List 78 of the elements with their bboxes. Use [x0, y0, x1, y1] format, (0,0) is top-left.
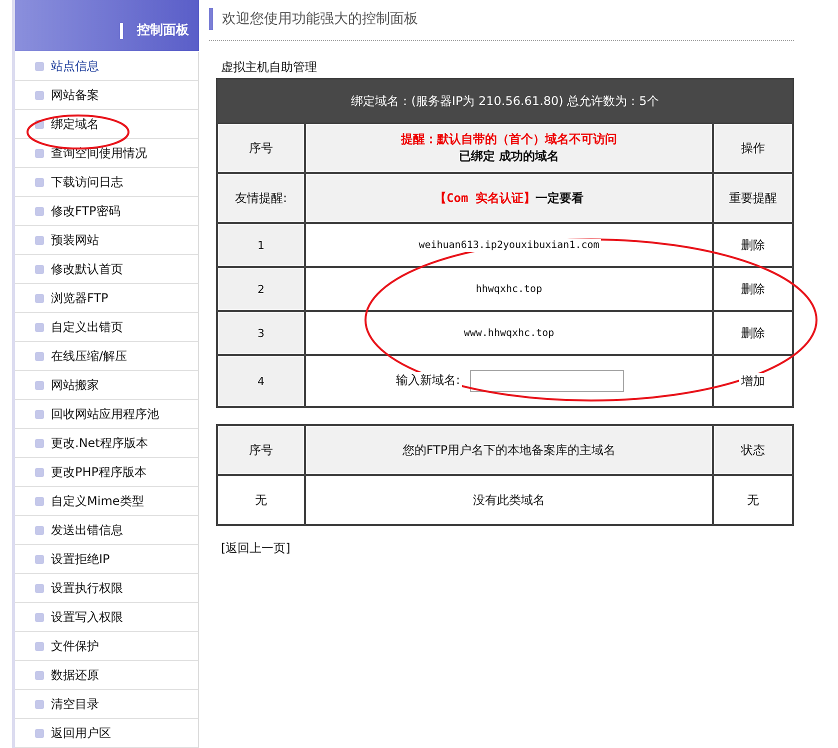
bullet-icon: [35, 294, 44, 302]
sidebar-item[interactable]: 设置拒绝IP: [15, 545, 198, 574]
bullet-icon: [35, 670, 44, 680]
table-cell: 2: [217, 267, 305, 311]
sidebar-item[interactable]: 更改.Net程序版本: [15, 429, 198, 458]
sidebar-item[interactable]: 网站备案: [15, 81, 198, 110]
table-cell: 没有此类域名: [305, 475, 713, 525]
input-field[interactable]: [470, 370, 624, 392]
bullet-icon: [35, 90, 44, 100]
bullet-icon: [35, 728, 44, 738]
bullet-icon: [35, 438, 44, 448]
bullet-icon: [35, 322, 44, 332]
table-cell: 无: [713, 475, 793, 525]
sidebar-item[interactable]: 修改默认首页: [15, 255, 198, 284]
column-header: 序号: [217, 123, 305, 173]
sidebar-item[interactable]: 更改PHP程序版本: [15, 458, 198, 487]
sidebar-item[interactable]: 绑定域名: [15, 110, 198, 139]
bullet-icon: [35, 410, 44, 418]
page-title: 欢迎您使用功能强大的控制面板: [209, 8, 794, 30]
table-cell: 无: [217, 475, 305, 525]
action-link[interactable]: 增加: [739, 372, 767, 388]
warning-text: 提醒：默认自带的（首个）域名不可访问: [400, 131, 618, 148]
sidebar-item[interactable]: 设置写入权限: [15, 603, 198, 632]
domain-text: weihuan613.ip2youxibuxian1.com: [416, 238, 602, 252]
back-link[interactable]: [返回上一页]: [221, 540, 794, 557]
bullet-icon: [35, 642, 44, 650]
notice-text: 一定要看: [535, 190, 584, 204]
domain-text: hhwqxhc.top: [474, 282, 544, 296]
sidebar-item[interactable]: 文件保护: [15, 632, 198, 661]
field-label: 输入新域名:: [394, 372, 462, 388]
sidebar-item[interactable]: 回收网站应用程序池: [15, 400, 198, 429]
bullet-icon: [35, 380, 44, 390]
sidebar-item[interactable]: 自定义Mime类型: [15, 487, 198, 516]
table-cell: 4: [217, 355, 305, 407]
sidebar-item[interactable]: 修改FTP密码: [15, 197, 198, 226]
table-caption: 绑定域名：(服务器IP为 210.56.61.80) 总允许数为：5个: [217, 79, 793, 123]
bullet-icon: [35, 554, 44, 564]
bullet-icon: [35, 264, 44, 274]
sidebar-title: 控制面板: [120, 23, 189, 39]
sidebar-item[interactable]: 网站搬家: [15, 371, 198, 400]
table-cell: 3: [217, 311, 305, 355]
column-header: 操作: [713, 123, 793, 173]
section-title: 虚拟主机自助管理: [209, 40, 794, 76]
bullet-icon: [35, 496, 44, 506]
sidebar-item[interactable]: 下载访问日志: [15, 168, 198, 197]
bullet-icon: [35, 352, 44, 360]
sidebar-item[interactable]: 设置执行权限: [15, 574, 198, 603]
bullet-icon: [35, 700, 44, 708]
column-header: 已绑定 成功的域名: [458, 148, 560, 165]
action-link[interactable]: 删除: [739, 236, 767, 252]
column-header: 序号: [217, 425, 305, 475]
sidebar-item[interactable]: 数据还原: [15, 661, 198, 690]
bullet-icon: [35, 236, 44, 244]
sidebar-item[interactable]: 返回用户区: [15, 719, 198, 748]
action-link[interactable]: 删除: [739, 324, 767, 340]
sidebar-item[interactable]: 发送出错信息: [15, 516, 198, 545]
column-header: 您的FTP用户名下的本地备案库的主域名: [305, 425, 713, 475]
sidebar-item[interactable]: 清空目录: [15, 690, 198, 719]
sidebar-item[interactable]: 站点信息: [15, 52, 198, 81]
domain-text: www.hhwqxhc.top: [462, 326, 556, 340]
table-cell: 友情提醒:: [217, 173, 305, 223]
sidebar-item[interactable]: 自定义出错页: [15, 313, 198, 342]
bullet-icon: [35, 612, 44, 622]
sidebar-item[interactable]: 预装网站: [15, 226, 198, 255]
notice-link[interactable]: 【Com 实名认证】: [434, 190, 536, 204]
action-link[interactable]: 删除: [739, 280, 767, 296]
sidebar-item[interactable]: 在线压缩/解压: [15, 342, 198, 371]
bullet-icon: [35, 584, 44, 592]
column-header: 状态: [713, 425, 793, 475]
notice-link[interactable]: 重要提醒: [713, 173, 793, 223]
bullet-icon: [35, 178, 44, 186]
bullet-icon: [35, 468, 44, 476]
table-cell: 1: [217, 223, 305, 267]
bullet-icon: [35, 148, 44, 158]
bullet-icon: [35, 206, 44, 216]
bullet-icon: [35, 526, 44, 534]
bullet-icon: [35, 62, 44, 70]
sidebar-item[interactable]: 浏览器FTP: [15, 284, 198, 313]
